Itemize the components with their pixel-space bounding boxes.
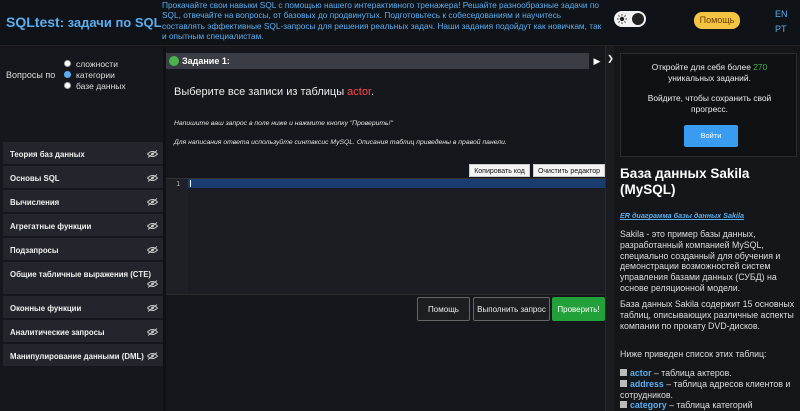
table-name-link[interactable]: address [630,379,664,389]
task-hint-1: Напишите ваш запрос в поле ниже и нажмит… [174,120,393,127]
next-task-arrow-icon[interactable]: ▶ [590,53,604,69]
editor-gutter [166,179,188,295]
logo[interactable]: SQLtest: задачи по SQL [6,14,162,30]
database-title: База данных Sakila (MySQL) [620,166,750,197]
table-icon [620,401,627,408]
lang-en-link[interactable]: EN [775,9,788,19]
question-prefix: Выберите все записи из таблицы [174,86,345,98]
login-button[interactable]: Войти [684,125,738,147]
table-name-link[interactable]: category [630,400,667,410]
table-name-link[interactable]: actor [630,368,652,378]
topic-list: Теория баз данных Основы SQL Вычисления … [3,142,163,368]
lang-pt-link[interactable]: PT [775,24,787,34]
promo-line-1: Откройте для себя более 270 [621,62,798,72]
table-list-item: address – таблица адресов клиентов и сот… [620,379,800,401]
line-number: 1 [176,180,181,188]
topic-label: Агрегатные функции [10,222,92,231]
current-line-highlight [188,179,605,188]
logo-strong: SQLtest [6,14,60,30]
copy-code-button[interactable]: Копировать код [469,164,530,177]
eye-slash-icon[interactable] [147,280,158,288]
promo-line-4: прогресс. [691,104,728,114]
questions-by-label: Вопросы по [6,70,56,80]
topic-item[interactable]: Подзапросы [3,238,163,262]
sun-icon [617,14,627,24]
theme-toggle[interactable] [614,11,646,27]
question-filter-radio-group: сложности категории базе данных [64,58,126,91]
radio-label: категории [76,69,115,80]
db-description: Sakila - это пример базы данных, разрабо… [620,229,781,293]
right-panel-toggle[interactable]: ❯ [605,46,614,411]
task-panel [166,70,604,160]
run-query-button[interactable]: Выполнить запрос [473,297,550,321]
eye-slash-icon[interactable] [147,328,158,336]
topic-label: Подзапросы [10,246,59,255]
eye-slash-icon[interactable] [147,246,158,254]
topic-item[interactable]: Вычисления [3,190,163,214]
clear-editor-button[interactable]: Очистить редактор [533,164,605,177]
sql-editor[interactable]: 1 [166,178,605,295]
table-icon [620,369,627,376]
help-button[interactable]: Помощь [417,297,470,321]
radio-category[interactable]: категории [64,69,126,80]
topic-label: Манипулирование данными (DML) [10,352,144,361]
task-number: Задание 1: [182,56,230,66]
eye-slash-icon[interactable] [147,304,158,312]
topic-item[interactable]: Основы SQL [3,166,163,190]
radio-button[interactable] [64,60,71,67]
radio-database[interactable]: базе данных [64,80,126,91]
site-tagline: Прокачайте свои навыки SQL с помощью наш… [162,0,602,42]
eye-slash-icon[interactable] [147,150,158,158]
question-suffix: . [371,86,375,98]
topic-label: Общие табличные выражения (CTE) [10,270,151,279]
topic-item[interactable]: Общие табличные выражения (CTE) [3,262,163,296]
logo-rest: : задачи по SQL [59,15,162,30]
topic-label: Теория баз данных [10,150,85,159]
db-tables-intro: Ниже приведен список этих таблиц: [620,349,767,359]
promo-prefix: Откройте для себя более [651,62,751,72]
table-list-item: category – таблица категорий [620,400,800,411]
radio-button[interactable] [64,82,71,89]
promo-count: 270 [753,62,768,72]
radio-label: сложности [76,58,118,69]
task-status-dot [169,56,179,66]
question-table-name: actor [347,86,372,98]
task-header: Задание 1: [166,53,589,69]
topic-label: Основы SQL [10,174,60,183]
topic-item[interactable]: Манипулирование данными (DML) [3,344,163,368]
table-desc: – таблица категорий [666,400,753,410]
topic-item[interactable]: Теория баз данных [3,142,163,166]
topic-label: Вычисления [10,198,60,207]
topic-label: Аналитические запросы [10,328,105,337]
radio-button-selected[interactable] [64,71,71,78]
topic-item[interactable]: Аналитические запросы [3,320,163,344]
radio-label: базе данных [76,80,126,91]
promo-line-3: Войдите, чтобы сохранить свой [647,93,772,103]
eye-slash-icon[interactable] [147,174,158,182]
table-icon [620,380,627,387]
task-question: Выберите все записи из таблицы actor. [174,86,374,98]
promo-line-2: уникальных заданий. [668,73,751,83]
eye-slash-icon[interactable] [147,222,158,230]
topic-item[interactable]: Оконные функции [3,296,163,320]
topic-label: Оконные функции [10,304,82,313]
db-tables-summary: База данных Sakila содержит 15 основных … [620,299,795,331]
radio-difficulty[interactable]: сложности [64,58,126,69]
table-list-item: actor – таблица актеров. [620,368,800,379]
er-diagram-link[interactable]: ER диаграмма базы данных Sakila [620,211,744,220]
header: SQLtest: задачи по SQL Прокачайте свои н… [0,0,800,46]
moon-icon [632,13,644,25]
eye-slash-icon[interactable] [147,198,158,206]
eye-slash-icon[interactable] [147,352,158,360]
header-help-button[interactable]: Помощь [694,12,740,29]
topic-item[interactable]: Агрегатные функции [3,214,163,238]
task-hint-2: Для написания ответа используйте синтакс… [174,139,507,146]
check-button[interactable]: Проверить! [552,297,605,321]
table-desc: – таблица актеров. [651,368,732,378]
text-caret [190,180,191,187]
